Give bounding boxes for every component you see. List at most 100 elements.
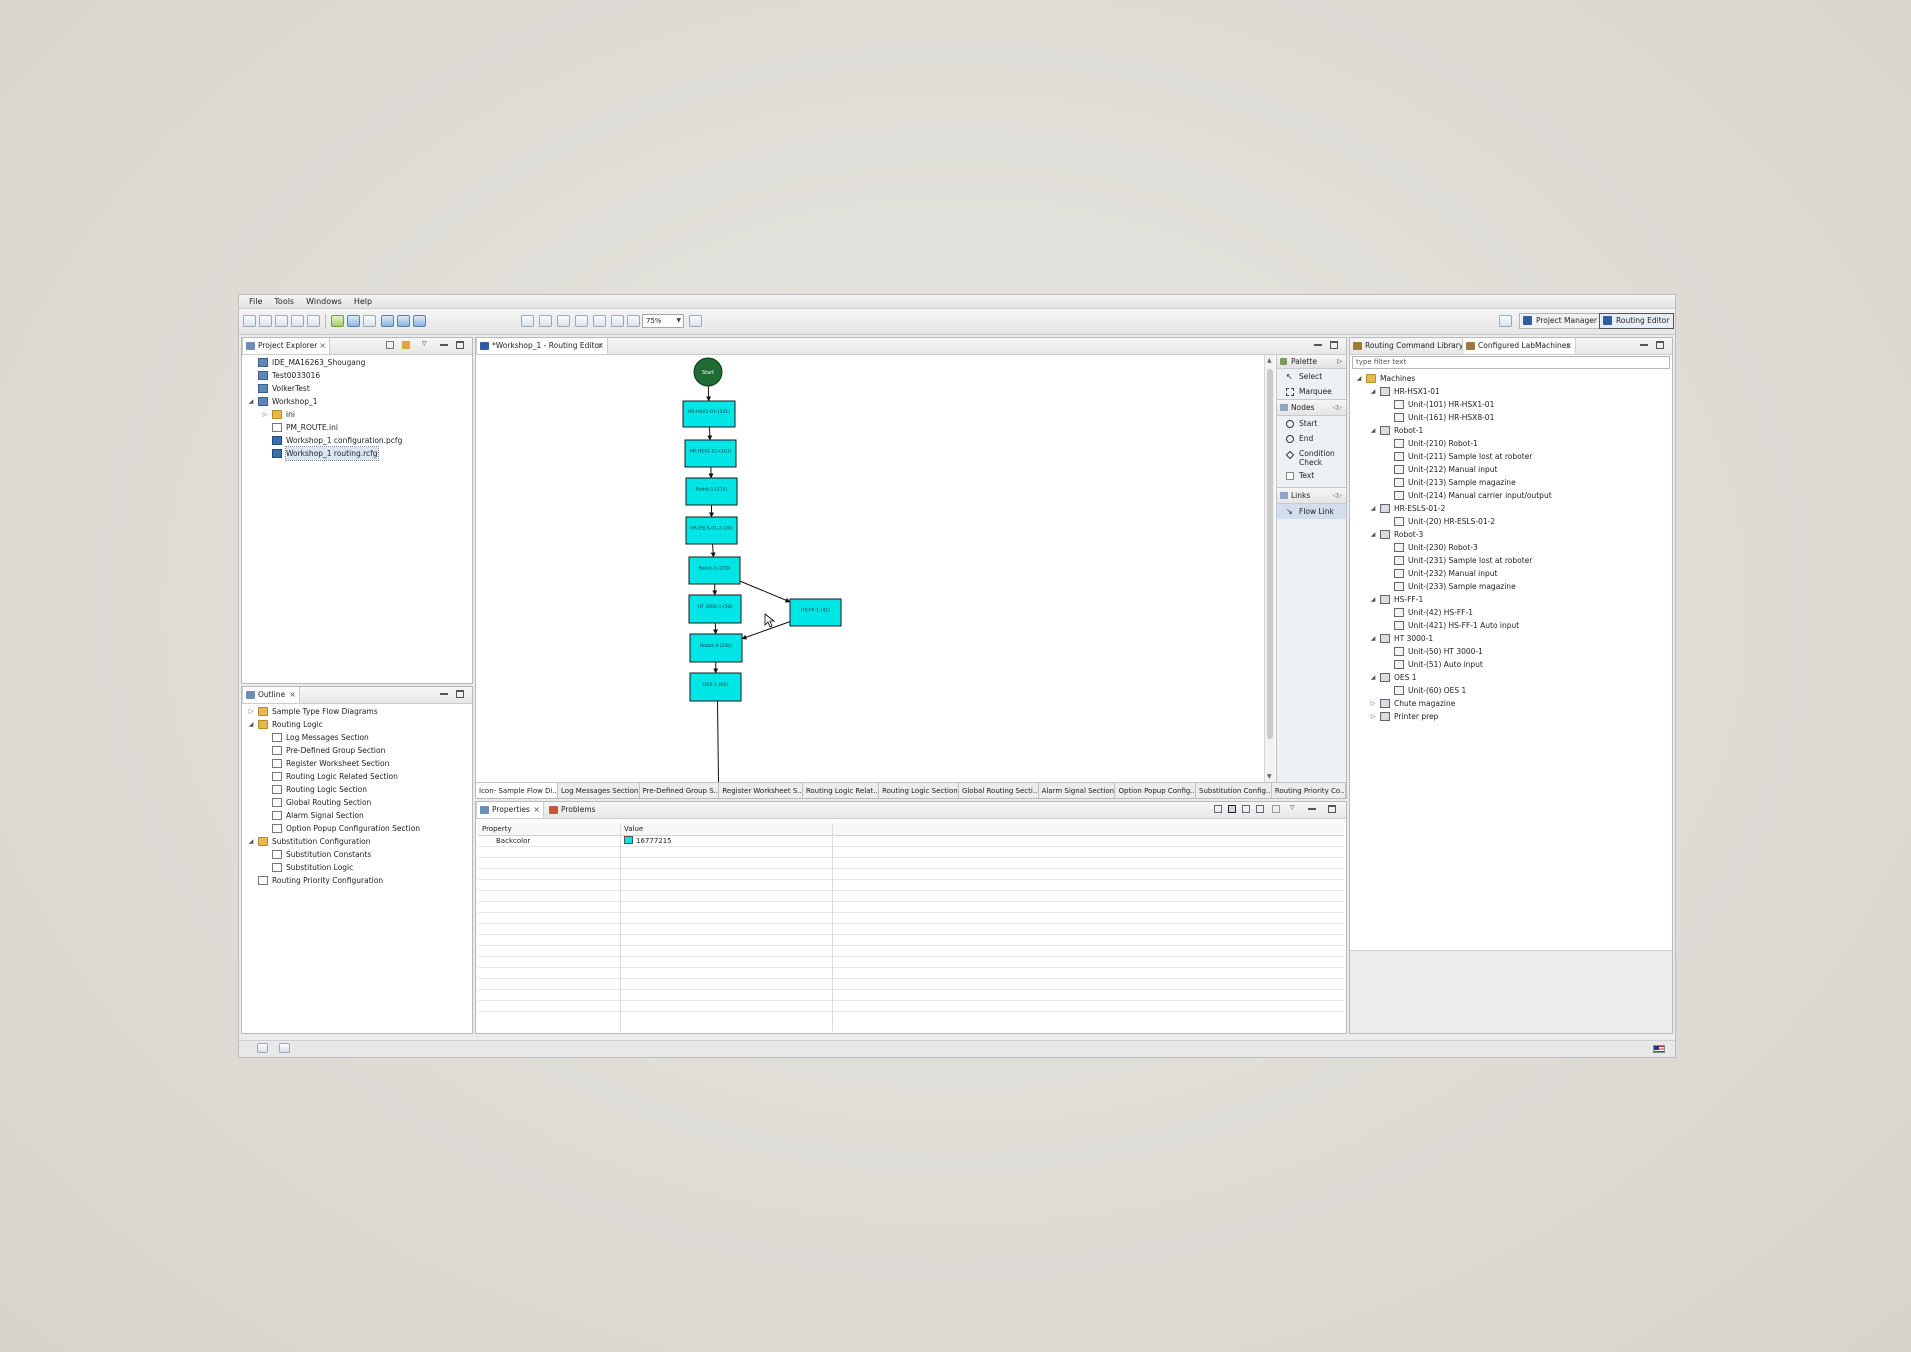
tree-item[interactable]: Unit-(421) HS-FF-1 Auto input [1350,619,1672,632]
editor-page-tab[interactable]: Log Messages Section [558,783,640,798]
show-advanced-icon[interactable] [1242,805,1250,813]
restore-default-icon[interactable] [1272,805,1280,813]
open-project-icon[interactable] [259,315,272,327]
close-icon[interactable]: × [597,338,604,354]
export-icon[interactable] [363,315,376,327]
scroll-down-icon[interactable]: ▼ [1267,773,1272,780]
editor-page-tab[interactable]: Routing Priority Co.. [1272,783,1346,798]
menu-windows[interactable]: Windows [300,297,348,306]
routing-node[interactable]: HT 3000-1-(50) [688,594,742,624]
refresh-icon[interactable] [413,315,426,327]
property-row[interactable]: Backcolor 16777215 [478,836,1344,847]
tree-item[interactable]: Global Routing Section [242,796,472,809]
editor-page-tab[interactable]: Substitution Config.. [1196,783,1272,798]
scrollbar-thumb[interactable] [1267,369,1273,739]
tree-item[interactable]: Log Messages Section [242,731,472,744]
tree-item[interactable]: Alarm Signal Section [242,809,472,822]
tree-item[interactable]: Substitution Logic [242,861,472,874]
tab-properties[interactable]: Properties × [476,802,544,818]
tab-routing-editor[interactable]: *Workshop_1 - Routing Editor × [476,338,608,354]
new-file-icon[interactable] [275,315,288,327]
status-action-icon[interactable] [279,1043,290,1053]
tree-item[interactable]: ◢ HR-ESLS-01-2 [1350,502,1672,515]
expand-arrow-icon[interactable]: ▷ [261,408,269,421]
tree-item[interactable]: Unit-(60) OES 1 [1350,684,1672,697]
tab-problems[interactable]: Problems [546,802,598,818]
perspective-project-manager[interactable]: Project Manager [1519,313,1602,329]
tree-item[interactable]: Unit-(230) Robot-3 [1350,541,1672,554]
maximize-icon[interactable] [456,341,464,349]
editor-page-tab[interactable]: Icon- Sample Flow Di.. [476,783,559,798]
flow-link[interactable] [717,700,719,783]
open-perspective-icon[interactable] [1499,315,1512,327]
zoom-in-icon[interactable] [689,315,702,327]
tab-routing-command-library[interactable]: Routing Command Library [1350,338,1463,354]
tree-item[interactable]: ◢ HS-FF-1 [1350,593,1672,606]
tree-item[interactable]: ◢ Workshop_1 [242,395,472,408]
tree-item[interactable]: Register Worksheet Section [242,757,472,770]
editor-page-tab[interactable]: Global Routing Secti.. [959,783,1039,798]
palette-node-start[interactable]: Start [1277,416,1346,431]
align-middle-icon[interactable] [593,315,606,327]
tree-item[interactable]: PM_ROUTE.ini [242,421,472,434]
tree-item[interactable]: Workshop_1 routing.rcfg [242,446,472,461]
tree-item[interactable]: Unit-(210) Robot-1 [1350,437,1672,450]
link-editor-icon[interactable] [402,341,410,349]
collapse-arrow-icon[interactable]: ◢ [1355,372,1363,385]
menu-tools[interactable]: Tools [268,297,300,306]
validate-icon[interactable] [347,315,360,327]
align-left-icon[interactable] [521,315,534,327]
collapse-arrow-icon[interactable]: ◢ [1369,632,1377,645]
collapse-arrow-icon[interactable]: ◢ [1369,385,1377,398]
tree-item[interactable]: Unit-(101) HR-HSX1-01 [1350,398,1672,411]
collapse-arrow-icon[interactable]: ◢ [1369,671,1377,684]
save-icon[interactable] [291,315,304,327]
editor-page-tab[interactable]: Routing Logic Section [879,783,959,798]
tree-item[interactable]: VolkerTest [242,382,472,395]
tree-item[interactable]: Unit-(20) HR-ESLS-01-2 [1350,515,1672,528]
expand-arrow-icon[interactable]: ▷ [247,705,255,718]
tab-project-explorer[interactable]: Project Explorer × [242,338,330,354]
collapse-arrow-icon[interactable]: ◢ [1369,593,1377,606]
collapse-arrow-icon[interactable]: ◢ [1369,424,1377,437]
collapse-arrow-icon[interactable]: ◢ [1369,502,1377,515]
tree-item[interactable]: ◢ Robot-3 [1350,528,1672,541]
tree-item[interactable]: Unit-(232) Manual input [1350,567,1672,580]
tree-item[interactable]: Routing Logic Related Section [242,770,472,783]
tree-item[interactable]: Unit-(50) HT 3000-1 [1350,645,1672,658]
tree-item[interactable]: ◢ HT 3000-1 [1350,632,1672,645]
tree-item[interactable]: ▷ ini [242,408,472,421]
filter-icon[interactable] [1256,805,1264,813]
tree-item[interactable]: Pre-Defined Group Section [242,744,472,757]
diagram-canvas[interactable]: Start HR-HSX1-01-(101) HR-HSX1-01-(161) Rob… [476,355,1264,783]
canvas-scrollbar[interactable]: ▲ ▼ [1264,355,1275,782]
palette-node-condition-check[interactable]: Condition Check [1277,446,1346,468]
collapse-arrow-icon[interactable]: ◢ [247,395,255,408]
collapse-arrow-icon[interactable]: ◢ [247,718,255,731]
palette-node-text[interactable]: Text [1277,468,1346,483]
maximize-icon[interactable] [1330,341,1338,349]
tree-item[interactable]: IDE_MA16263_Shougang [242,356,472,369]
routing-node[interactable]: Robot-3-(230) [688,556,741,585]
tree-item[interactable]: Unit-(214) Manual carrier input/output [1350,489,1672,502]
property-value[interactable]: 16777215 [624,836,672,846]
align-bottom-icon[interactable] [611,315,624,327]
pin-icon[interactable] [1214,805,1222,813]
routing-node[interactable]: OES 1-(60) [689,672,742,702]
align-center-icon[interactable] [539,315,552,327]
editor-page-tab[interactable]: Option Popup Config.. [1115,783,1197,798]
tree-item[interactable]: Unit-(233) Sample magazine [1350,580,1672,593]
tab-outline[interactable]: Outline × [242,687,300,703]
maximize-icon[interactable] [1656,341,1664,349]
minimize-icon[interactable] [1308,805,1316,810]
new-project-icon[interactable] [243,315,256,327]
tree-item[interactable]: ▷ Printer prep [1350,710,1672,723]
routing-node[interactable]: HR-HSX1-01-(161) [684,439,737,468]
start-node[interactable]: Start [693,357,723,387]
palette-node-end[interactable]: End [1277,431,1346,446]
tree-item[interactable]: Unit-(42) HS-FF-1 [1350,606,1672,619]
tree-item[interactable]: Routing Logic Section [242,783,472,796]
close-icon[interactable]: × [1565,338,1572,354]
flow-link[interactable] [739,580,791,603]
perspective-routing-editor[interactable]: Routing Editor [1599,313,1675,329]
